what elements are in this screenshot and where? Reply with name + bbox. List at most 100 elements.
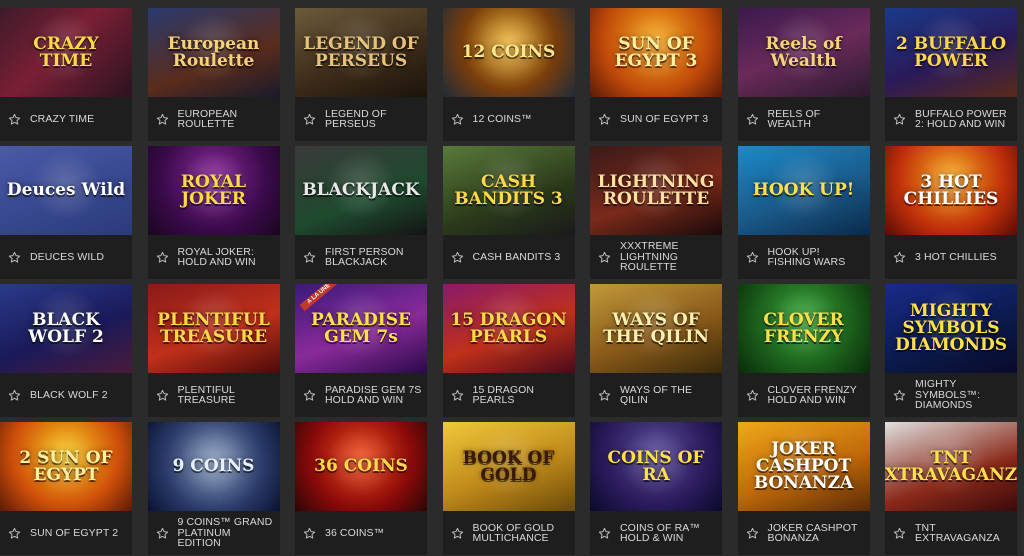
game-tile[interactable]: TNT EXTRAVAGANZA TNT EXTRAVAGANZA: [885, 422, 1017, 555]
game-thumbnail[interactable]: 12 COINS: [442, 8, 575, 97]
game-tile[interactable]: 36 COINS 36 COINS™: [295, 422, 427, 555]
star-outline-icon[interactable]: [8, 389, 21, 402]
game-title[interactable]: CLOVER FRENZY HOLD AND WIN: [768, 384, 866, 406]
game-thumbnail[interactable]: TNT EXTRAVAGANZA: [885, 422, 1017, 511]
game-thumbnail[interactable]: MIGHTY SYMBOLS DIAMONDS: [885, 284, 1017, 373]
game-thumbnail[interactable]: BOOK OF GOLD: [442, 422, 575, 511]
game-title[interactable]: 15 DRAGON PEARLS: [473, 384, 571, 406]
star-outline-icon[interactable]: [451, 251, 464, 264]
game-title[interactable]: CRAZY TIME: [30, 114, 94, 125]
game-thumbnail[interactable]: CRAZY TIME: [0, 8, 132, 97]
star-outline-icon[interactable]: [156, 251, 169, 264]
game-title[interactable]: MIGHTY SYMBOLS™: DIAMONDS: [915, 379, 1013, 411]
game-tile[interactable]: SUN OF EGYPT 3 SUN OF EGYPT 3: [590, 8, 722, 141]
game-thumbnail[interactable]: LIGHTNING ROULETTE: [590, 146, 722, 235]
game-title[interactable]: PLENTIFUL TREASURE: [178, 384, 276, 406]
game-tile[interactable]: PARADISE GEM 7s A LA UNE PARADISE GEM 7S H…: [295, 284, 427, 417]
game-title[interactable]: 9 COINS™ GRAND PLATINUM EDITION: [178, 517, 276, 549]
star-outline-icon[interactable]: [8, 527, 21, 540]
game-title[interactable]: SUN OF EGYPT 3: [620, 114, 708, 125]
game-title[interactable]: EUROPEAN ROULETTE: [178, 108, 276, 130]
game-title[interactable]: 3 HOT CHILLIES: [915, 252, 997, 263]
star-outline-icon[interactable]: [893, 527, 906, 540]
game-tile[interactable]: Reels of Wealth REELS OF WEALTH: [737, 8, 870, 141]
game-thumbnail[interactable]: 2 SUN OF EGYPT: [0, 422, 132, 511]
game-tile[interactable]: 15 DRAGON PEARLS 15 DRAGON PEARLS: [442, 284, 575, 417]
game-thumbnail[interactable]: CASH BANDITS 3: [442, 146, 575, 235]
game-tile[interactable]: JOKER CASHPOT BONANZA JOKER CASHPOT BONAN…: [737, 422, 870, 555]
game-thumbnail[interactable]: 36 COINS: [295, 422, 427, 511]
game-tile[interactable]: MIGHTY SYMBOLS DIAMONDS MIGHTY SYMBOLS™: …: [885, 284, 1017, 417]
game-thumbnail[interactable]: LEGEND OF PERSEUS: [295, 8, 427, 97]
game-tile[interactable]: BLACKJACK FIRST PERSON BLACKJACK: [295, 146, 427, 279]
game-tile[interactable]: CASH BANDITS 3 CASH BANDITS 3: [442, 146, 575, 279]
game-tile[interactable]: 2 BUFFALO POWER BUFFALO POWER 2: HOLD AND…: [885, 8, 1017, 141]
star-outline-icon[interactable]: [303, 251, 316, 264]
star-outline-icon[interactable]: [893, 251, 906, 264]
star-outline-icon[interactable]: [598, 113, 611, 126]
game-title[interactable]: DEUCES WILD: [30, 252, 104, 263]
game-tile[interactable]: LEGEND OF PERSEUS LEGEND OF PERSEUS: [295, 8, 427, 141]
game-tile[interactable]: BOOK OF GOLD BOOK OF GOLD MULTICHANCE: [442, 422, 575, 555]
game-tile[interactable]: 9 COINS 9 COINS™ GRAND PLATINUM EDITION: [147, 422, 280, 555]
game-thumbnail[interactable]: 15 DRAGON PEARLS: [442, 284, 575, 373]
star-outline-icon[interactable]: [8, 113, 21, 126]
game-tile[interactable]: 12 COINS 12 COINS™: [442, 8, 575, 141]
star-outline-icon[interactable]: [746, 389, 759, 402]
game-tile[interactable]: ROYAL JOKER ROYAL JOKER: HOLD AND WIN: [147, 146, 280, 279]
game-thumbnail[interactable]: Deuces Wild: [0, 146, 132, 235]
game-title[interactable]: FIRST PERSON BLACKJACK: [325, 246, 423, 268]
game-title[interactable]: REELS OF WEALTH: [768, 108, 866, 130]
game-tile[interactable]: European Roulette EUROPEAN ROULETTE: [147, 8, 280, 141]
game-title[interactable]: XXXTREME LIGHTNING ROULETTE: [620, 241, 718, 273]
game-tile[interactable]: LIGHTNING ROULETTE XXXTREME LIGHTNING ROU…: [590, 146, 722, 279]
game-thumbnail[interactable]: BLACK WOLF 2: [0, 284, 132, 373]
game-title[interactable]: COINS OF RA™ HOLD & WIN: [620, 522, 718, 544]
game-thumbnail[interactable]: 2 BUFFALO POWER: [885, 8, 1017, 97]
star-outline-icon[interactable]: [156, 389, 169, 402]
game-tile[interactable]: CRAZY TIME CRAZY TIME: [0, 8, 132, 141]
game-thumbnail[interactable]: CLOVER FRENZY: [737, 284, 870, 373]
star-outline-icon[interactable]: [746, 251, 759, 264]
game-thumbnail[interactable]: HOOK UP!: [737, 146, 870, 235]
game-thumbnail[interactable]: JOKER CASHPOT BONANZA: [737, 422, 870, 511]
star-outline-icon[interactable]: [598, 251, 611, 264]
game-title[interactable]: HOOK UP! FISHING WARS: [768, 246, 866, 268]
game-title[interactable]: CASH BANDITS 3: [473, 252, 561, 263]
star-outline-icon[interactable]: [451, 527, 464, 540]
star-outline-icon[interactable]: [8, 251, 21, 264]
star-outline-icon[interactable]: [893, 389, 906, 402]
star-outline-icon[interactable]: [746, 113, 759, 126]
game-title[interactable]: 36 COINS™: [325, 528, 384, 539]
game-tile[interactable]: 2 SUN OF EGYPT SUN OF EGYPT 2: [0, 422, 132, 555]
game-title[interactable]: BOOK OF GOLD MULTICHANCE: [473, 522, 571, 544]
game-thumbnail[interactable]: ROYAL JOKER: [147, 146, 280, 235]
star-outline-icon[interactable]: [303, 389, 316, 402]
game-title[interactable]: PARADISE GEM 7S HOLD AND WIN: [325, 384, 423, 406]
star-outline-icon[interactable]: [451, 113, 464, 126]
game-tile[interactable]: 3 HOT CHILLIES 3 HOT CHILLIES: [885, 146, 1017, 279]
game-tile[interactable]: COINS OF RA COINS OF RA™ HOLD & WIN: [590, 422, 722, 555]
game-title[interactable]: BUFFALO POWER 2: HOLD AND WIN: [915, 108, 1013, 130]
star-outline-icon[interactable]: [598, 527, 611, 540]
star-outline-icon[interactable]: [451, 389, 464, 402]
game-tile[interactable]: Deuces Wild DEUCES WILD: [0, 146, 132, 279]
game-title[interactable]: SUN OF EGYPT 2: [30, 528, 118, 539]
game-thumbnail[interactable]: SUN OF EGYPT 3: [590, 8, 722, 97]
game-thumbnail[interactable]: WAYS OF THE QILIN: [590, 284, 722, 373]
game-thumbnail[interactable]: BLACKJACK: [295, 146, 427, 235]
game-title[interactable]: LEGEND OF PERSEUS: [325, 108, 423, 130]
game-tile[interactable]: CLOVER FRENZY CLOVER FRENZY HOLD AND WIN: [737, 284, 870, 417]
game-thumbnail[interactable]: 3 HOT CHILLIES: [885, 146, 1017, 235]
star-outline-icon[interactable]: [893, 113, 906, 126]
game-tile[interactable]: HOOK UP! HOOK UP! FISHING WARS: [737, 146, 870, 279]
game-title[interactable]: BLACK WOLF 2: [30, 390, 108, 401]
game-thumbnail[interactable]: 9 COINS: [147, 422, 280, 511]
game-thumbnail[interactable]: Reels of Wealth: [737, 8, 870, 97]
game-tile[interactable]: BLACK WOLF 2 BLACK WOLF 2: [0, 284, 132, 417]
game-title[interactable]: ROYAL JOKER: HOLD AND WIN: [178, 246, 276, 268]
star-outline-icon[interactable]: [598, 389, 611, 402]
star-outline-icon[interactable]: [303, 113, 316, 126]
game-thumbnail[interactable]: PLENTIFUL TREASURE: [147, 284, 280, 373]
star-outline-icon[interactable]: [156, 527, 169, 540]
